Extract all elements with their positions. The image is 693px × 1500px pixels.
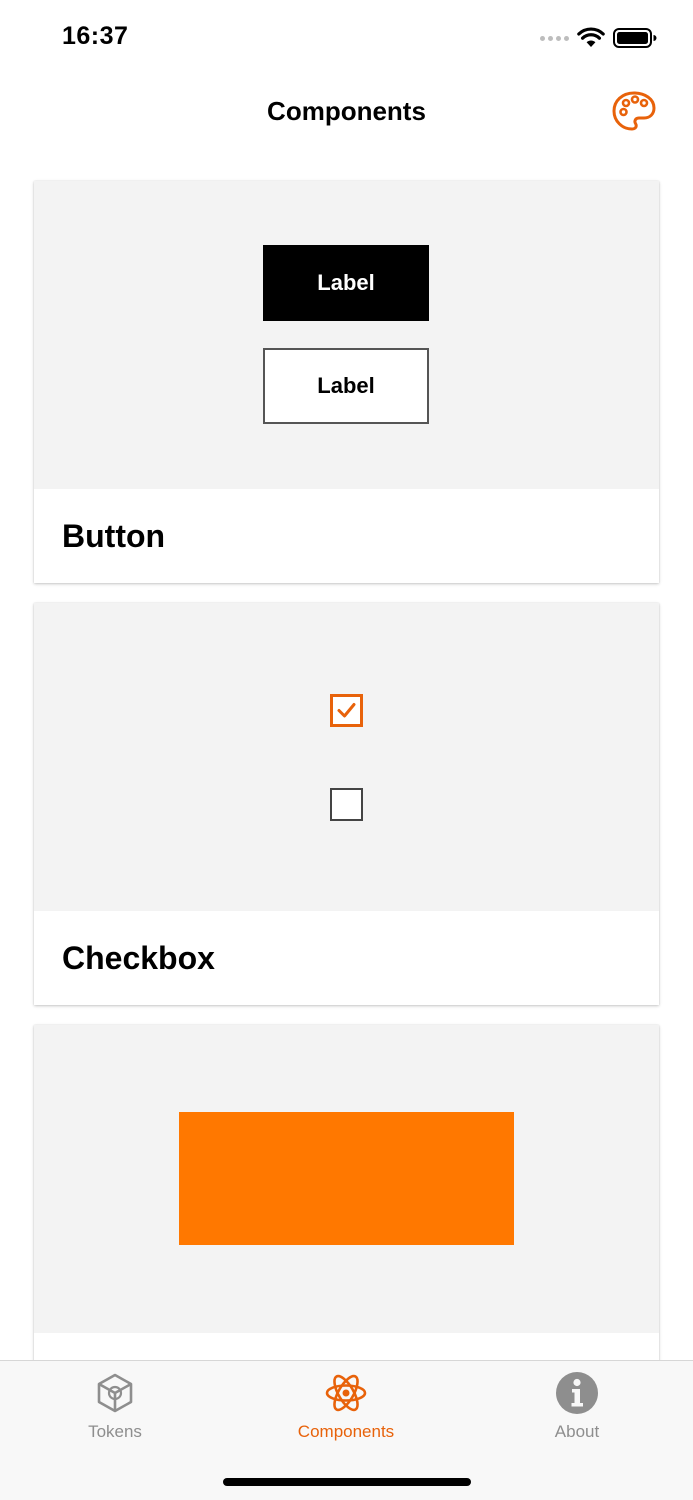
card-title	[34, 1333, 659, 1360]
page-title: Components	[267, 96, 426, 126]
swatch-preview	[34, 1025, 659, 1333]
status-icons	[540, 27, 657, 49]
info-icon	[556, 1372, 598, 1414]
wifi-icon	[577, 27, 605, 47]
component-card-swatch[interactable]	[34, 1025, 659, 1360]
theme-palette-button[interactable]	[611, 90, 657, 132]
button-preview: Label Label	[34, 181, 659, 489]
cellular-signal-icon	[540, 35, 569, 41]
home-indicator[interactable]	[223, 1478, 471, 1486]
status-bar: 16:37	[0, 0, 693, 76]
card-title: Button	[62, 517, 166, 554]
battery-icon	[613, 28, 657, 48]
component-card-button[interactable]: Label Label Button	[34, 181, 659, 583]
tab-bar: Tokens Components About	[0, 1360, 693, 1500]
checkbox-preview	[34, 603, 659, 911]
component-card-checkbox[interactable]: Checkbox	[34, 603, 659, 1005]
tab-label: Tokens	[88, 1422, 142, 1441]
tab-label: About	[554, 1422, 600, 1441]
component-list[interactable]: Label Label Button Checkbox	[0, 146, 693, 1360]
checked-checkbox-icon	[330, 694, 363, 727]
demo-secondary-button: Label	[263, 348, 429, 424]
tab-tokens[interactable]: Tokens	[15, 1371, 215, 1442]
status-time: 16:37	[62, 22, 129, 50]
atom-icon	[325, 1374, 367, 1412]
cube-icon	[97, 1373, 133, 1413]
demo-primary-button: Label	[263, 245, 429, 321]
card-title: Checkbox	[62, 939, 215, 976]
palette-icon	[612, 91, 656, 131]
orange-swatch	[179, 1112, 514, 1245]
nav-bar: Components	[0, 76, 693, 146]
tab-components[interactable]: Components	[246, 1371, 446, 1442]
unchecked-checkbox-icon	[330, 788, 363, 821]
tab-about[interactable]: About	[477, 1371, 677, 1442]
tab-label: Components	[297, 1422, 395, 1441]
